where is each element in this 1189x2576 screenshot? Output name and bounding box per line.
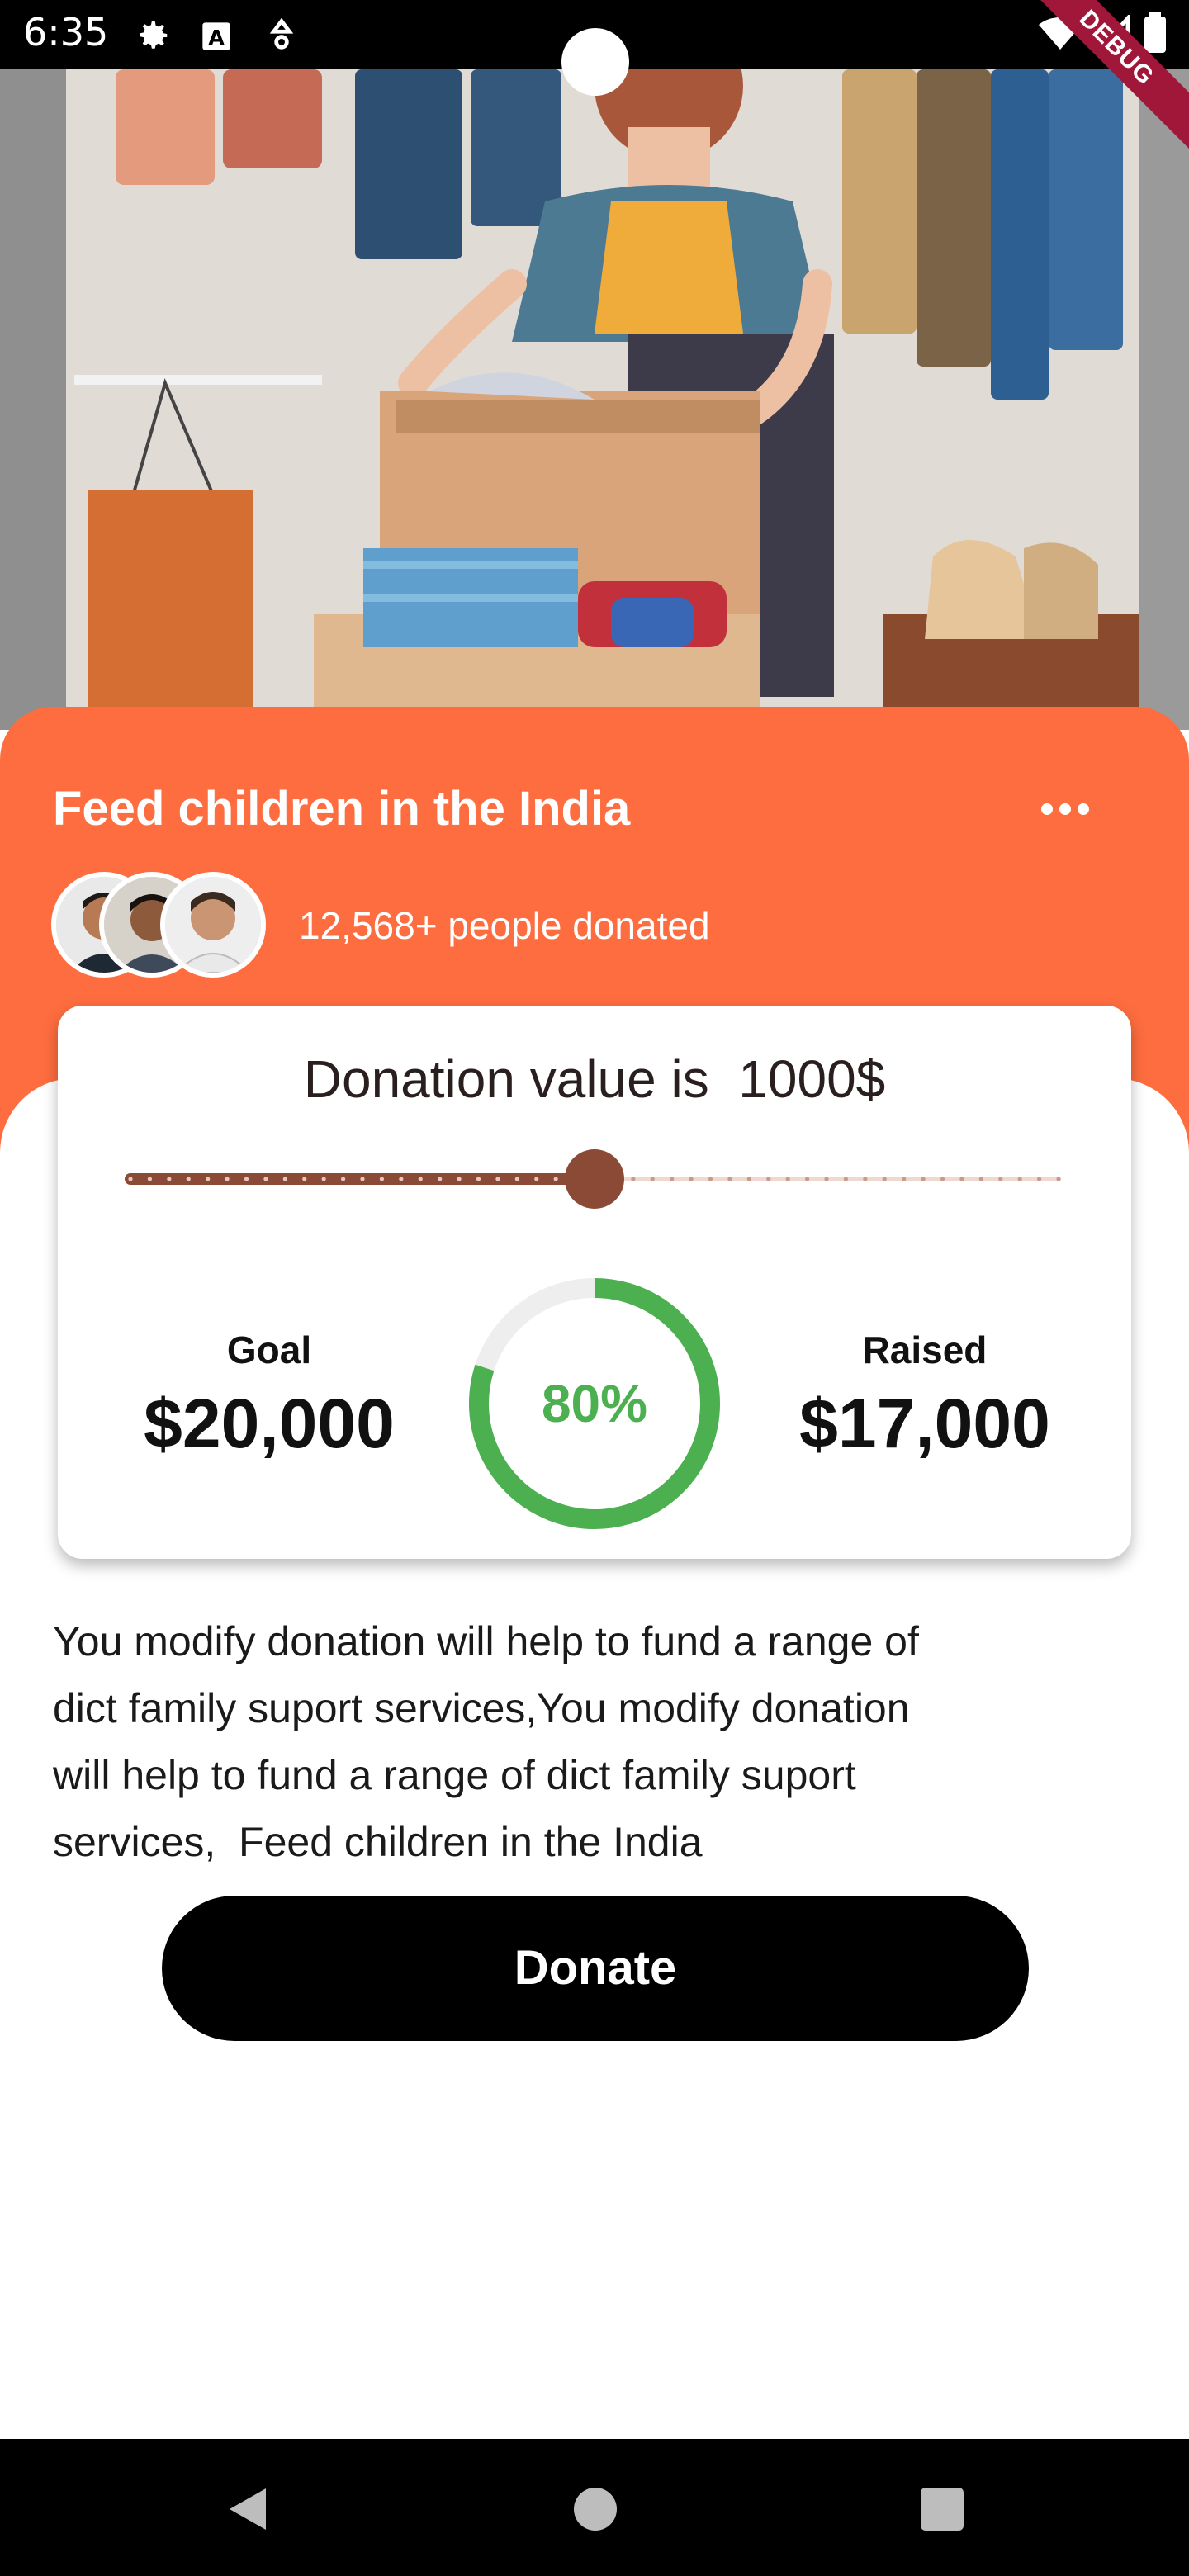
- slider-tick: [186, 1177, 191, 1181]
- slider-tick: [746, 1177, 751, 1181]
- slider-tick: [785, 1177, 790, 1181]
- camera-cutout: [561, 28, 629, 96]
- raised-label: Raised: [862, 1328, 988, 1371]
- progress-percent: 80%: [541, 1374, 648, 1433]
- raised-value: $17,000: [799, 1385, 1050, 1462]
- slider-tick: [418, 1177, 423, 1181]
- slider-tick: [321, 1177, 326, 1181]
- slider-tick: [766, 1177, 771, 1181]
- more-horizontal-icon: [1041, 803, 1089, 815]
- avatar: [160, 872, 266, 978]
- campaign-title: Feed children in the India: [53, 782, 631, 836]
- slider-tick: [1017, 1177, 1022, 1181]
- goal-value: $20,000: [144, 1385, 395, 1462]
- slider-tick: [1036, 1177, 1042, 1181]
- donation-value-label: Donation value is 1000$: [303, 1049, 886, 1109]
- navigation-bar: [0, 2439, 1189, 2576]
- back-button[interactable]: [220, 2480, 277, 2538]
- slider-tick: [399, 1177, 404, 1181]
- slider-tick: [340, 1177, 346, 1181]
- slider-tick: [495, 1177, 500, 1181]
- slider-tick: [689, 1177, 694, 1181]
- slider-tick: [940, 1177, 945, 1181]
- slider-tick: [225, 1177, 230, 1181]
- status-time: 6:35: [23, 10, 109, 54]
- slider-tick: [824, 1177, 829, 1181]
- slider-tick: [476, 1177, 481, 1181]
- donate-button[interactable]: Donate: [162, 1896, 1029, 2041]
- slider-tick: [206, 1177, 211, 1181]
- slider-thumb[interactable]: [565, 1149, 624, 1209]
- slider-tick: [263, 1177, 268, 1181]
- slider-tick: [514, 1177, 519, 1181]
- progress-ring: 80%: [464, 1273, 725, 1534]
- slider-tick: [650, 1177, 655, 1181]
- slider-tick: [708, 1177, 713, 1181]
- slider-tick: [978, 1177, 983, 1181]
- donation-card: Donation value is 1000$ Goal $20,000 80%…: [58, 1006, 1131, 1559]
- svg-text:A: A: [208, 26, 225, 50]
- slider-tick: [959, 1177, 964, 1181]
- slider-tick: [360, 1177, 365, 1181]
- slider-tick: [727, 1177, 732, 1181]
- slider-tick: [843, 1177, 849, 1181]
- donation-slider[interactable]: [124, 1146, 1065, 1212]
- slider-tick: [921, 1177, 926, 1181]
- goal-stat: Goal $20,000: [104, 1328, 434, 1464]
- home-button[interactable]: [566, 2480, 624, 2538]
- slider-tick: [147, 1177, 153, 1181]
- donation-illustration: [0, 69, 1189, 730]
- campaign-description: You modify donation will help to fund a …: [53, 1618, 919, 1865]
- slider-tick: [244, 1177, 249, 1181]
- slider-tick: [863, 1177, 868, 1181]
- slider-tick: [128, 1177, 133, 1181]
- slider-tick: [282, 1177, 287, 1181]
- gear-icon: [134, 17, 172, 59]
- slider-tick: [379, 1177, 385, 1181]
- raised-stat: Raised $17,000: [760, 1328, 1090, 1464]
- slider-tick: [438, 1177, 443, 1181]
- donor-count: 12,568+ people donated: [299, 904, 710, 947]
- donor-avatars: [51, 872, 266, 979]
- slider-tick: [631, 1177, 636, 1181]
- slider-tick: [998, 1177, 1003, 1181]
- text-box-icon: A: [200, 20, 233, 57]
- home-icon: [574, 2488, 617, 2531]
- slider-tick: [804, 1177, 810, 1181]
- slider-tick: [902, 1177, 907, 1181]
- location-icon: [266, 17, 297, 57]
- slider-tick: [670, 1177, 675, 1181]
- more-options-button[interactable]: [1035, 794, 1095, 824]
- slider-tick: [553, 1177, 558, 1181]
- slider-tick: [882, 1177, 887, 1181]
- slider-tick: [534, 1177, 539, 1181]
- slider-tick: [302, 1177, 307, 1181]
- slider-tick: [167, 1177, 172, 1181]
- slider-tick: [457, 1177, 462, 1181]
- recents-icon: [921, 2488, 964, 2531]
- hero-image: [0, 69, 1189, 730]
- goal-label: Goal: [226, 1328, 312, 1371]
- slider-tick: [1056, 1177, 1061, 1181]
- recents-button[interactable]: [913, 2480, 971, 2538]
- back-icon: [230, 2488, 266, 2530]
- app-screen: 6:35 A DEBUG Feed children in the India …: [0, 0, 1189, 2576]
